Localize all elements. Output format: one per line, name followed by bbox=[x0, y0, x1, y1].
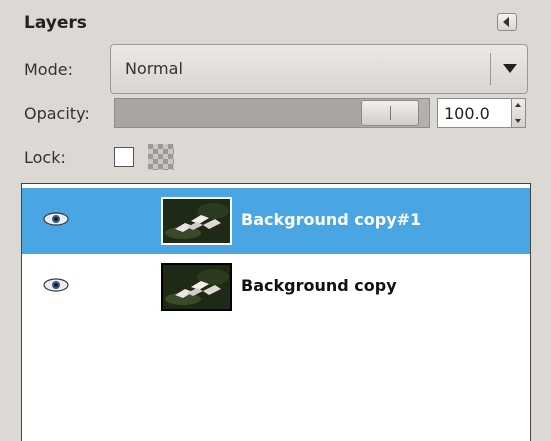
layer-thumbnail[interactable] bbox=[161, 197, 232, 245]
spin-up-icon[interactable] bbox=[515, 103, 521, 107]
opacity-label: Opacity: bbox=[24, 104, 90, 123]
layer-name[interactable]: Background copy bbox=[241, 276, 397, 295]
lock-pixels-checkbox[interactable] bbox=[114, 147, 134, 167]
layer-row[interactable]: Background copy#1 bbox=[22, 188, 530, 254]
mode-label: Mode: bbox=[24, 60, 73, 79]
opacity-spinbox[interactable]: 100.0 bbox=[437, 98, 526, 128]
opacity-slider-handle[interactable] bbox=[361, 100, 419, 126]
lock-alpha-checkerboard-icon[interactable] bbox=[148, 144, 174, 170]
slider-grip bbox=[390, 106, 391, 120]
mode-value: Normal bbox=[125, 59, 183, 78]
layer-row[interactable]: Background copy bbox=[22, 254, 530, 320]
layer-name[interactable]: Background copy#1 bbox=[241, 210, 421, 229]
spin-down-icon[interactable] bbox=[515, 119, 521, 123]
opacity-value[interactable]: 100.0 bbox=[444, 104, 490, 123]
layers-panel: Layers Mode: Normal Opacity: 100.0 Lock: bbox=[0, 0, 551, 441]
lock-label: Lock: bbox=[24, 148, 66, 167]
eye-icon[interactable] bbox=[42, 277, 70, 293]
opacity-slider[interactable] bbox=[114, 98, 430, 128]
opacity-slider-fill bbox=[115, 99, 361, 127]
triangle-left-icon bbox=[503, 17, 509, 27]
layer-thumbnail[interactable] bbox=[161, 263, 232, 311]
panel-title: Layers bbox=[24, 13, 87, 33]
spin-buttons[interactable] bbox=[511, 99, 525, 127]
dropdown-separator bbox=[490, 53, 491, 85]
layers-list: Background copy#1 Background copy bbox=[21, 183, 531, 441]
mode-dropdown[interactable]: Normal bbox=[110, 44, 528, 94]
eye-icon[interactable] bbox=[42, 211, 70, 227]
panel-menu-button[interactable] bbox=[497, 13, 517, 31]
chevron-down-icon bbox=[503, 64, 517, 73]
